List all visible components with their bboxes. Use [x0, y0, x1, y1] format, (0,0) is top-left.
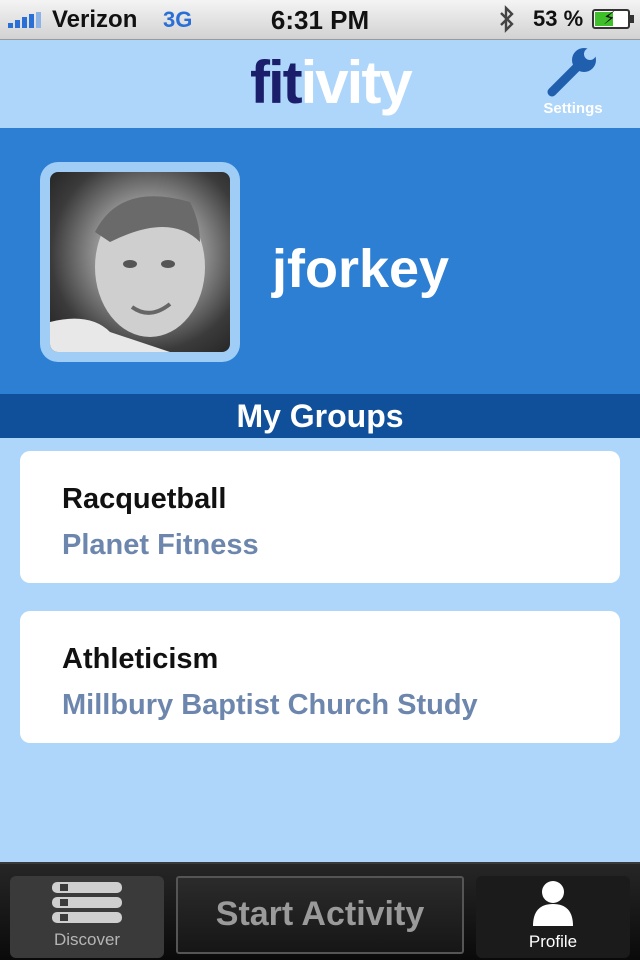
bluetooth-icon: [498, 5, 516, 40]
fitivity-logo: fitivity: [250, 48, 413, 117]
logo-fit: fit: [250, 49, 303, 116]
tab-profile[interactable]: Profile: [476, 876, 630, 958]
group-card[interactable]: Racquetball Planet Fitness: [20, 451, 620, 583]
app-header: fitivity Settings: [0, 40, 640, 128]
person-icon: [476, 880, 630, 928]
settings-label: Settings: [543, 100, 603, 117]
tab-discover-label: Discover: [53, 930, 121, 949]
avatar-frame[interactable]: [40, 162, 240, 362]
tab-discover[interactable]: Discover: [10, 876, 164, 958]
status-bar: Verizon 3G 6:31 PM 53 % ⚡: [0, 0, 640, 40]
avatar: [50, 172, 230, 352]
group-location: Planet Fitness: [62, 529, 259, 561]
logo-ivity: ivity: [300, 49, 413, 116]
group-location: Millbury Baptist Church Study: [62, 689, 478, 721]
start-activity-button[interactable]: Start Activity: [176, 876, 464, 954]
battery-percent: 53 %: [533, 6, 584, 31]
profile-header: jforkey: [0, 128, 640, 394]
profile-username: jforkey: [272, 239, 450, 299]
group-name: Racquetball: [62, 483, 227, 515]
settings-button[interactable]: Settings: [536, 46, 610, 126]
discover-icon: [10, 880, 164, 926]
my-groups-header: My Groups: [0, 394, 640, 438]
tab-bar: Discover Start Activity Profile: [0, 862, 640, 960]
group-card[interactable]: Athleticism Millbury Baptist Church Stud…: [20, 611, 620, 743]
wrench-icon: [536, 46, 610, 98]
tab-profile-label: Profile: [528, 932, 578, 951]
group-name: Athleticism: [62, 643, 219, 675]
battery-icon: ⚡: [592, 8, 634, 29]
